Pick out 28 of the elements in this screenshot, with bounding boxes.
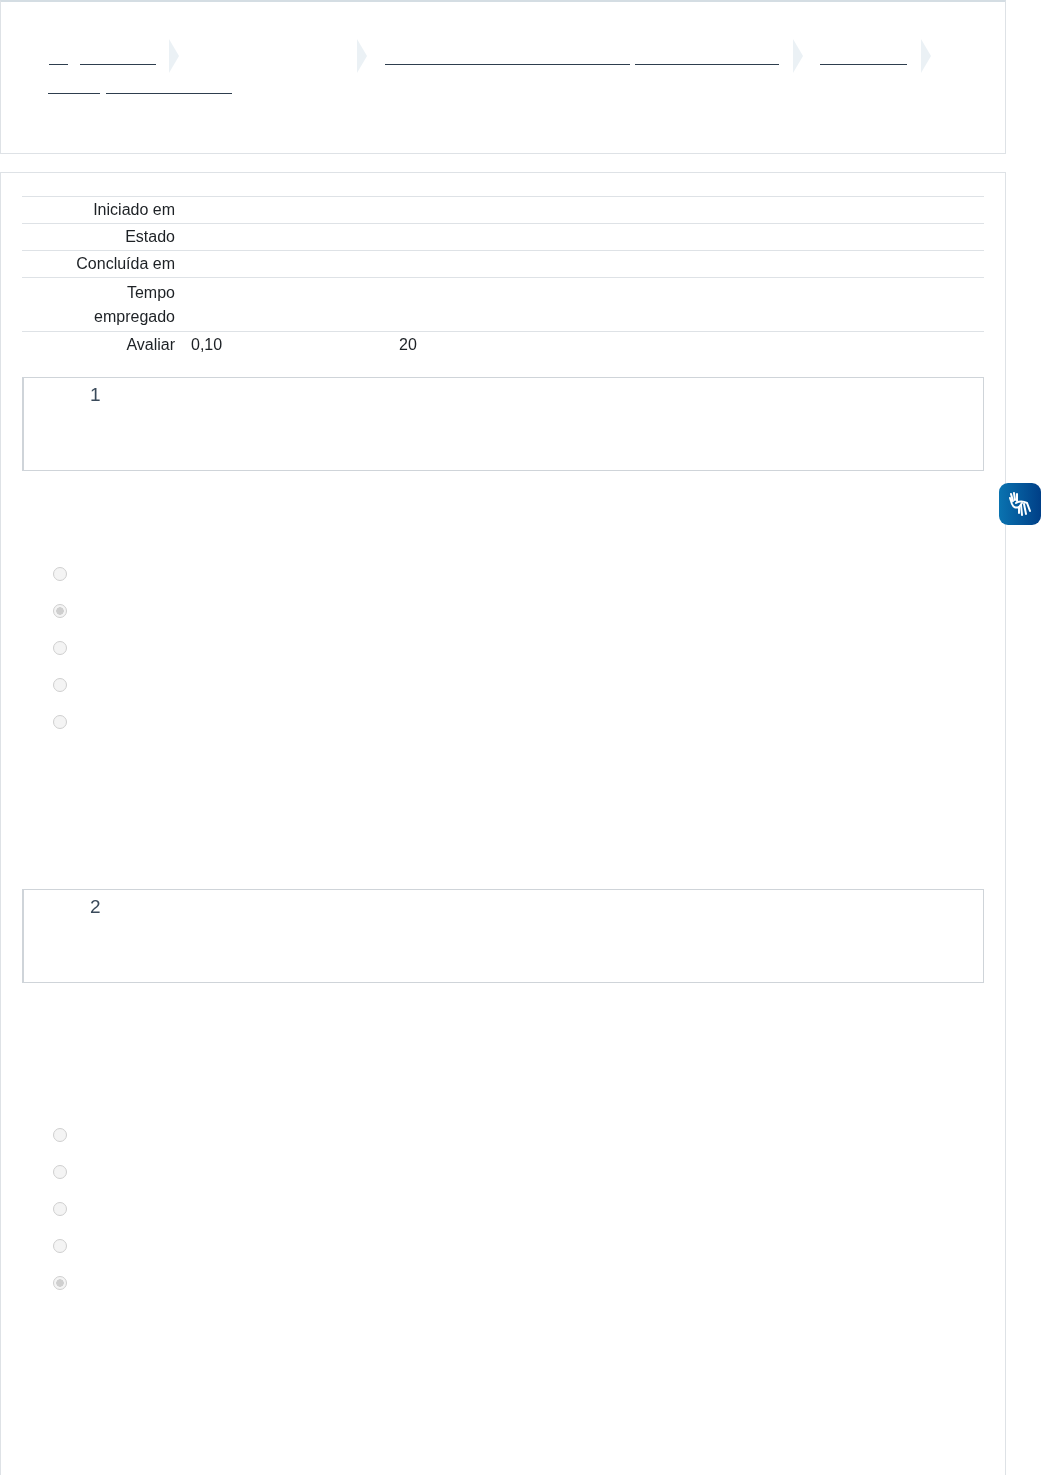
summary-label: Concluída em (75, 254, 175, 273)
link-underline[interactable] (385, 64, 630, 65)
summary-value: 0,10 (191, 335, 224, 354)
summary-label: Avaliar (125, 335, 175, 354)
hands-icon (1007, 491, 1033, 517)
link-underline[interactable] (820, 64, 907, 65)
summary-label: Iniciado em (92, 200, 175, 219)
link-underline[interactable] (49, 64, 68, 65)
radio-button[interactable] (53, 567, 67, 581)
radio-button[interactable] (53, 1276, 67, 1290)
summary-label: Estado (124, 227, 175, 246)
link-underline[interactable] (80, 64, 156, 65)
question-number: 2 (90, 896, 101, 917)
question-number: 1 (90, 384, 101, 405)
radio-button[interactable] (53, 678, 67, 692)
radio-button[interactable] (53, 1165, 67, 1179)
radio-button[interactable] (53, 1128, 67, 1142)
radio-button[interactable] (53, 715, 67, 729)
link-underline[interactable] (106, 93, 232, 94)
sign-language-button[interactable] (999, 483, 1041, 525)
summary-value: 20 (399, 335, 417, 354)
link-underline[interactable] (48, 93, 100, 94)
radio-button[interactable] (53, 1202, 67, 1216)
radio-button[interactable] (53, 604, 67, 618)
radio-button[interactable] (53, 1239, 67, 1253)
summary-label: Tempo empregado (93, 283, 175, 327)
link-underline[interactable] (635, 64, 779, 65)
radio-button[interactable] (53, 641, 67, 655)
